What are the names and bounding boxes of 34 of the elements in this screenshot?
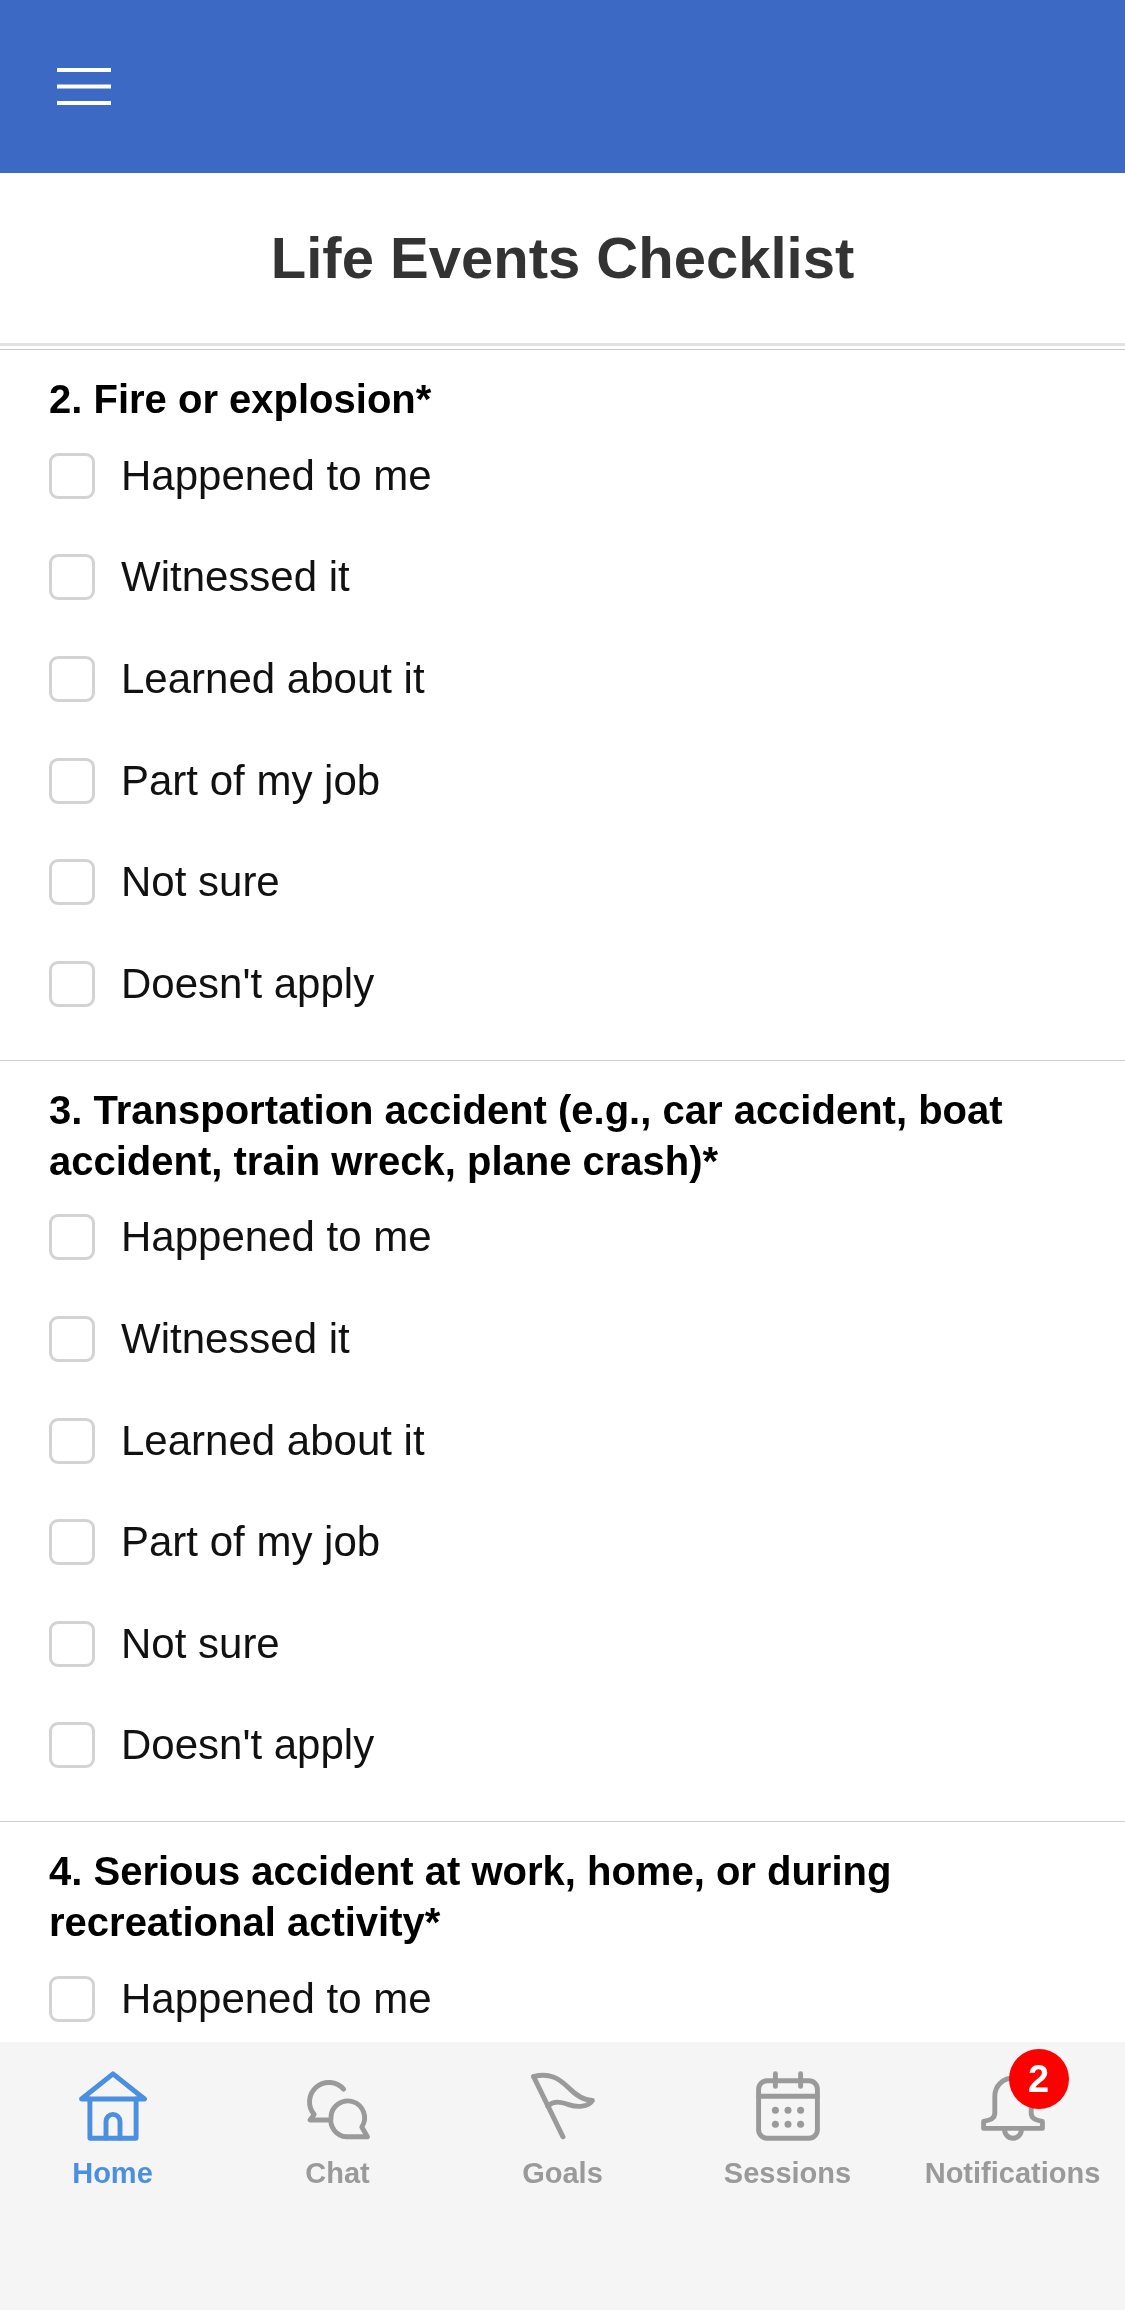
option-label[interactable]: Learned about it	[121, 1415, 425, 1466]
option-label[interactable]: Happened to me	[121, 1212, 432, 1263]
option-label[interactable]: Not sure	[121, 857, 280, 908]
page-title: Life Events Checklist	[270, 224, 855, 292]
checkbox[interactable]	[49, 1620, 95, 1667]
menu-icon[interactable]	[57, 68, 111, 105]
option-label[interactable]: Happened to me	[121, 450, 432, 501]
question-title: 4. Serious accident at work, home, or during recreational activity*	[49, 1848, 893, 1947]
checkbox[interactable]	[49, 554, 95, 601]
option-label[interactable]: Part of my job	[121, 1517, 381, 1568]
checkbox[interactable]	[49, 960, 95, 1007]
checkbox[interactable]	[49, 757, 95, 804]
checkbox[interactable]	[49, 1417, 95, 1464]
option-label[interactable]: Part of my job	[121, 755, 381, 806]
option-label[interactable]: Happened to me	[121, 1973, 432, 2024]
checkbox[interactable]	[49, 1519, 95, 1566]
nav-tab[interactable]: 2 Notifications	[900, 2042, 1125, 2199]
checkbox[interactable]	[49, 656, 95, 702]
checkbox[interactable]	[49, 1315, 95, 1362]
notification-badge: 2	[1008, 2049, 1069, 2109]
checkbox[interactable]	[49, 1975, 95, 2022]
checkbox[interactable]	[49, 452, 95, 499]
checkbox[interactable]	[49, 1214, 95, 1261]
home-icon	[77, 2071, 148, 2141]
option-label[interactable]: Doesn't apply	[121, 958, 375, 1009]
checkbox[interactable]	[49, 859, 95, 906]
question-title: 3. Transportation accident (e.g., car accident, boat accident, train wreck, plane crash)*	[49, 1086, 1004, 1185]
option-label[interactable]: Witnessed it	[121, 1313, 350, 1364]
checkbox[interactable]	[49, 1722, 95, 1769]
question-title: 2. Fire or explosion*	[49, 376, 433, 423]
option-label[interactable]: Witnessed it	[121, 552, 350, 603]
option-label[interactable]: Not sure	[121, 1618, 280, 1669]
option-label[interactable]: Doesn't apply	[121, 1720, 375, 1771]
option-label[interactable]: Learned about it	[121, 654, 425, 704]
